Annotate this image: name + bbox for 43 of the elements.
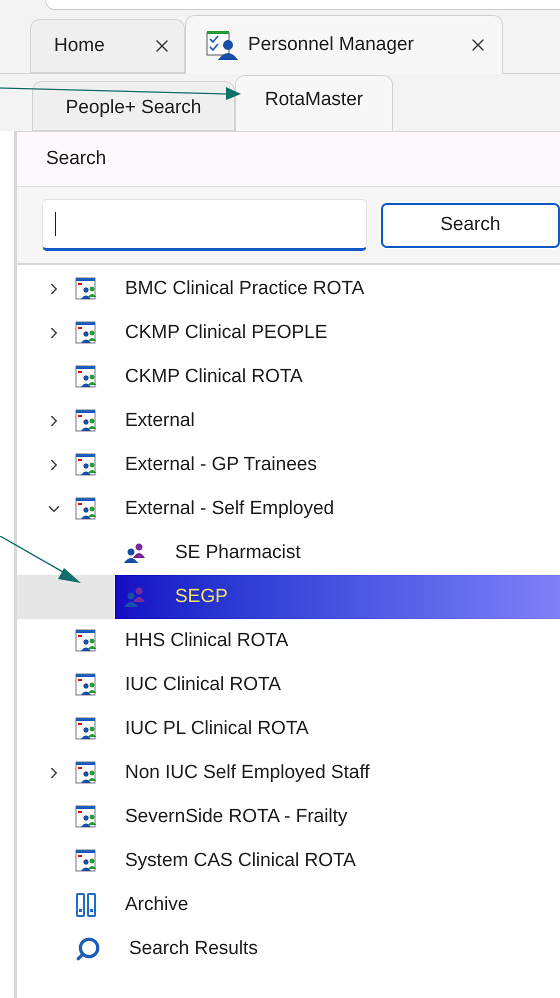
- tree-item[interactable]: Archive: [67, 883, 560, 927]
- tree-item[interactable]: IUC PL Clinical ROTA: [67, 707, 560, 751]
- section-tab[interactable]: RotaMaster: [235, 75, 393, 131]
- tree-item[interactable]: CKMP Clinical PEOPLE: [67, 311, 560, 355]
- rota-people-icon: [75, 805, 97, 829]
- tree-item[interactable]: SevernSide ROTA - Frailty: [67, 795, 560, 839]
- rota-people-icon: [75, 453, 97, 477]
- search-button[interactable]: Search: [380, 202, 560, 248]
- people-group-icon: [123, 542, 147, 564]
- checklist-person-icon: [206, 30, 238, 60]
- text-cursor: [55, 212, 56, 236]
- rota-people-icon: [75, 673, 97, 697]
- tree-item[interactable]: System CAS Clinical ROTA: [67, 839, 560, 883]
- document-tab[interactable]: Personnel Manager: [185, 15, 503, 74]
- tree-item[interactable]: External - Self Employed: [67, 487, 560, 531]
- tree-item[interactable]: External - GP Trainees: [67, 443, 560, 487]
- tree-item[interactable]: CKMP Clinical ROTA: [67, 355, 560, 399]
- tab-label: Personnel Manager: [248, 32, 415, 57]
- search-field[interactable]: [42, 199, 367, 251]
- tree-item[interactable]: SEGP: [115, 575, 560, 619]
- tree-item[interactable]: IUC Clinical ROTA: [67, 663, 560, 707]
- people-group-icon: [123, 586, 147, 608]
- document-tab[interactable]: Home: [30, 19, 185, 73]
- binders-icon: [75, 892, 97, 918]
- section-tab[interactable]: People+ Search: [32, 81, 235, 131]
- search-title: Search: [46, 146, 106, 171]
- tab-label: Home: [54, 34, 106, 58]
- tree-item[interactable]: Search Results: [67, 927, 560, 971]
- rota-people-icon: [75, 761, 97, 785]
- rota-people-icon: [75, 849, 97, 873]
- tree-item[interactable]: External: [67, 399, 560, 443]
- tree-item[interactable]: Non IUC Self Employed Staff: [67, 751, 560, 795]
- search-icon: [75, 936, 101, 962]
- rota-people-icon: [75, 321, 97, 345]
- tree-item[interactable]: HHS Clinical ROTA: [67, 619, 560, 663]
- rota-people-icon: [75, 365, 97, 389]
- tree-item[interactable]: BMC Clinical Practice ROTA: [67, 267, 560, 311]
- tree-item[interactable]: SE Pharmacist: [115, 531, 560, 575]
- rota-people-icon: [75, 409, 97, 433]
- rota-people-icon: [75, 717, 97, 741]
- rota-people-icon: [75, 277, 97, 301]
- rota-people-icon: [75, 629, 97, 653]
- rota-people-icon: [75, 497, 97, 521]
